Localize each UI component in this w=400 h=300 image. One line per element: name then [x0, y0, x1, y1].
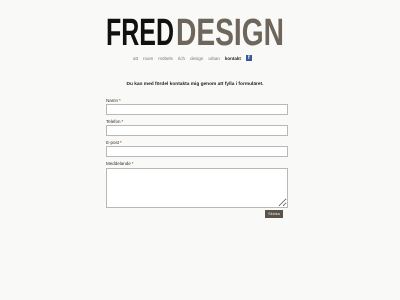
- intro-text: Du kan med fördel kontakta mig genom att…: [126, 82, 264, 87]
- nav-item-att[interactable]: att: [133, 56, 138, 61]
- phone-field[interactable]: [106, 125, 288, 136]
- nav-item-design[interactable]: design: [190, 56, 203, 61]
- message-field[interactable]: [106, 168, 288, 208]
- nav-item-mobels[interactable]: möbels: [158, 56, 173, 61]
- required-mark: *: [120, 140, 122, 145]
- nav-item-urban[interactable]: urban: [208, 56, 220, 61]
- page: FRED DESIGN att room möbels rich design …: [0, 0, 400, 300]
- nav-item-rich[interactable]: rich: [178, 56, 185, 61]
- message-label-text: Meddelande: [106, 161, 131, 166]
- email-label-text: E-post: [106, 140, 120, 145]
- logo-text-light: DESIGN: [176, 14, 284, 48]
- logo-graphic: FRED DESIGN: [106, 14, 284, 48]
- required-mark: *: [119, 98, 121, 103]
- required-mark: *: [131, 161, 134, 166]
- email-label: E-post*: [106, 140, 122, 145]
- phone-label-text: Telefon: [106, 119, 121, 124]
- nav-item-kontakt[interactable]: kontakt: [225, 56, 241, 61]
- nav-item-room[interactable]: room: [143, 56, 153, 61]
- name-label-text: Namn: [106, 98, 119, 103]
- main-nav: att room möbels rich design urban kontak…: [133, 54, 252, 62]
- name-field[interactable]: [106, 104, 288, 115]
- logo[interactable]: FRED DESIGN: [106, 14, 284, 48]
- email-field[interactable]: [106, 146, 288, 157]
- message-label: Meddelande*: [106, 161, 134, 166]
- logo-text-dark: FRED: [106, 14, 174, 48]
- phone-label: Telefon*: [106, 119, 123, 124]
- name-label: Namn*: [106, 98, 121, 103]
- required-mark: *: [121, 119, 124, 124]
- facebook-icon[interactable]: f: [245, 55, 252, 61]
- submit-button[interactable]: Skicka: [265, 210, 283, 218]
